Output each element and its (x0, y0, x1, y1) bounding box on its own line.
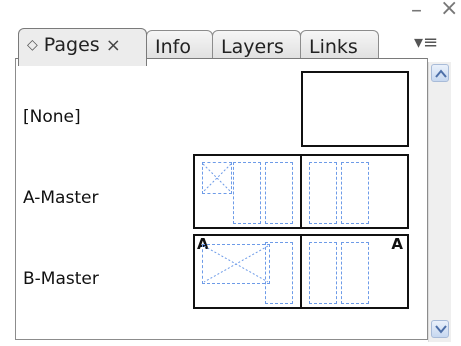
tab-pages-label: Pages (43, 34, 100, 56)
master-prefix-right: A (391, 235, 403, 253)
tab-reorder-icon: ◇ (27, 37, 38, 53)
guide-frame (341, 242, 369, 304)
guide-cross-icon (203, 245, 269, 283)
close-panel-icon[interactable]: × (440, 0, 458, 20)
tab-info-label: Info (155, 36, 191, 58)
guide-cross-icon (202, 163, 232, 193)
chevron-down-icon (435, 325, 447, 334)
master-label-none: [None] (23, 107, 81, 127)
master-spread-a[interactable] (193, 154, 409, 229)
tab-layers-label: Layers (221, 36, 284, 58)
spread-divider (300, 236, 302, 307)
panel-menu-button[interactable]: ▾≡ (414, 32, 450, 54)
vertical-scrollbar[interactable] (428, 62, 451, 342)
guide-frame (341, 162, 369, 224)
master-spread-b[interactable]: A A (193, 234, 409, 309)
scroll-down-button[interactable] (431, 320, 449, 338)
guide-frame (233, 162, 261, 224)
masters-list: [None] A-Master B-Master A A (15, 58, 428, 340)
guide-frame (309, 162, 337, 224)
guide-frame (265, 162, 293, 224)
spread-divider (300, 156, 302, 227)
chevron-up-icon (435, 69, 447, 78)
master-label-b: B-Master (23, 269, 99, 289)
tab-links-label: Links (309, 36, 358, 58)
tab-close-icon[interactable]: × (106, 35, 121, 56)
scroll-up-button[interactable] (431, 64, 449, 82)
master-label-a: A-Master (23, 188, 99, 208)
guide-frame (309, 242, 337, 304)
tab-strip: ◇ Pages × Info Layers Links (0, 18, 461, 66)
masters-list-area: [None] A-Master B-Master A A (16, 59, 427, 339)
tab-pages[interactable]: ◇ Pages × (18, 28, 147, 66)
master-page-none[interactable] (301, 71, 409, 147)
